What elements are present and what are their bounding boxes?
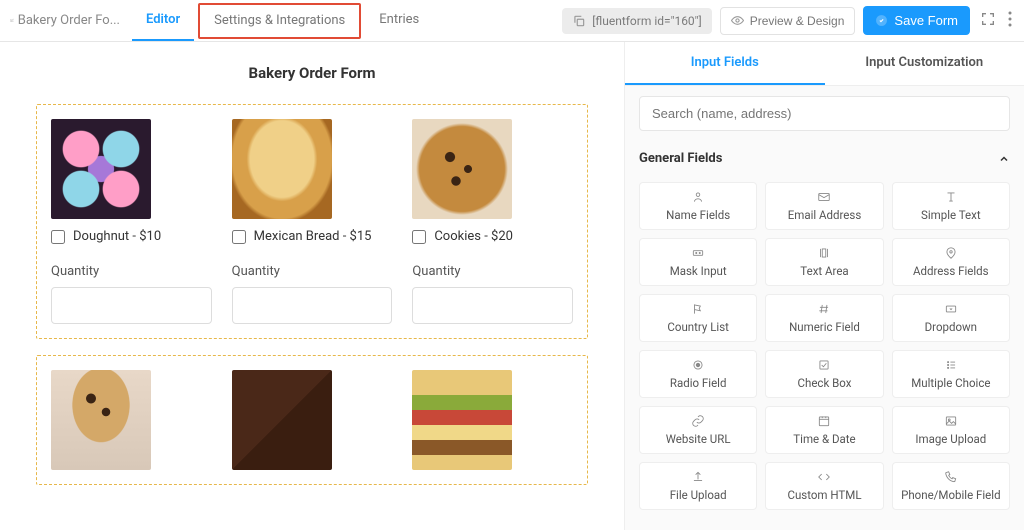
top-tabs: Editor Settings & Integrations Entries	[132, 0, 433, 41]
preview-label: Preview & Design	[750, 14, 845, 28]
field-time-date[interactable]: Time & Date	[765, 406, 883, 454]
product-label: Doughnut - $10	[73, 229, 161, 244]
check-circle-icon	[875, 14, 888, 27]
checkbox-bread[interactable]	[232, 230, 246, 244]
field-name-fields[interactable]: Name Fields	[639, 182, 757, 230]
topbar: Bakery Order Fo... Editor Settings & Int…	[0, 0, 1024, 42]
product-label: Mexican Bread - $15	[254, 229, 372, 244]
product-label: Cookies - $20	[434, 229, 513, 244]
main: Bakery Order Form Doughnut - $10 Quantit…	[0, 42, 1024, 530]
field-dropdown[interactable]: Dropdown	[892, 294, 1010, 342]
search-input[interactable]	[639, 96, 1010, 131]
quantity-label: Quantity	[51, 264, 212, 279]
copy-icon	[572, 14, 586, 28]
field-text-area[interactable]: Text Area	[765, 238, 883, 286]
product-sandwich	[412, 370, 573, 470]
section-title: General Fields	[639, 151, 722, 166]
quantity-input-doughnut[interactable]	[51, 287, 212, 324]
preview-design-button[interactable]: Preview & Design	[720, 7, 856, 35]
field-simple-text[interactable]: Simple Text	[892, 182, 1010, 230]
tab-settings-integrations[interactable]: Settings & Integrations	[198, 3, 361, 39]
product-row-1[interactable]: Doughnut - $10 Quantity Mexican Bread - …	[36, 104, 588, 339]
quantity-label: Quantity	[412, 264, 573, 279]
more-icon[interactable]	[1006, 9, 1014, 33]
field-phone-mobile[interactable]: Phone/Mobile Field	[892, 462, 1010, 510]
quantity-label: Quantity	[232, 264, 393, 279]
field-check-box[interactable]: Check Box	[765, 350, 883, 398]
product-image-doughnut	[51, 119, 151, 219]
product-muffin	[51, 370, 212, 470]
form-name-text: Bakery Order Fo...	[18, 13, 120, 28]
field-country-list[interactable]: Country List	[639, 294, 757, 342]
product-image-brownie	[232, 370, 332, 470]
tab-input-fields[interactable]: Input Fields	[625, 42, 825, 85]
field-custom-html[interactable]: Custom HTML	[765, 462, 883, 510]
quantity-input-cookies[interactable]	[412, 287, 573, 324]
save-label: Save Form	[894, 13, 958, 28]
fields-sidebar: Input Fields Input Customization General…	[624, 42, 1024, 530]
save-form-button[interactable]: Save Form	[863, 6, 970, 35]
field-multiple-choice[interactable]: Multiple Choice	[892, 350, 1010, 398]
form-name[interactable]: Bakery Order Fo...	[10, 13, 120, 28]
tab-entries[interactable]: Entries	[365, 0, 433, 41]
product-mexican-bread: Mexican Bread - $15 Quantity	[232, 119, 393, 324]
product-image-sandwich	[412, 370, 512, 470]
field-file-upload[interactable]: File Upload	[639, 462, 757, 510]
fullscreen-icon[interactable]	[978, 9, 998, 33]
fields-grid: Name Fields Email Address Simple Text Ma…	[625, 176, 1024, 516]
edit-icon	[10, 14, 14, 27]
field-image-upload[interactable]: Image Upload	[892, 406, 1010, 454]
topbar-right: [fluentform id="160"] Preview & Design S…	[562, 6, 1014, 35]
section-general-fields[interactable]: General Fields	[625, 141, 1024, 176]
field-radio-field[interactable]: Radio Field	[639, 350, 757, 398]
shortcode-text: [fluentform id="160"]	[592, 14, 701, 28]
field-mask-input[interactable]: Mask Input	[639, 238, 757, 286]
field-numeric-field[interactable]: Numeric Field	[765, 294, 883, 342]
form-title: Bakery Order Form	[36, 64, 588, 82]
field-address-fields[interactable]: Address Fields	[892, 238, 1010, 286]
field-email-address[interactable]: Email Address	[765, 182, 883, 230]
product-image-cookies	[412, 119, 512, 219]
quantity-input-bread[interactable]	[232, 287, 393, 324]
tab-editor[interactable]: Editor	[132, 0, 194, 41]
checkbox-cookies[interactable]	[412, 230, 426, 244]
field-website-url[interactable]: Website URL	[639, 406, 757, 454]
shortcode-box[interactable]: [fluentform id="160"]	[562, 8, 711, 34]
product-row-2[interactable]	[36, 355, 588, 485]
search-wrap	[625, 86, 1024, 141]
product-cookies: Cookies - $20 Quantity	[412, 119, 573, 324]
chevron-up-icon	[998, 153, 1010, 165]
form-canvas[interactable]: Bakery Order Form Doughnut - $10 Quantit…	[0, 42, 624, 530]
product-brownie	[232, 370, 393, 470]
eye-icon	[731, 14, 744, 27]
product-image-muffin	[51, 370, 151, 470]
checkbox-doughnut[interactable]	[51, 230, 65, 244]
product-image-bread	[232, 119, 332, 219]
sidebar-tabs: Input Fields Input Customization	[625, 42, 1024, 86]
product-doughnut: Doughnut - $10 Quantity	[51, 119, 212, 324]
tab-input-customization[interactable]: Input Customization	[825, 42, 1024, 85]
